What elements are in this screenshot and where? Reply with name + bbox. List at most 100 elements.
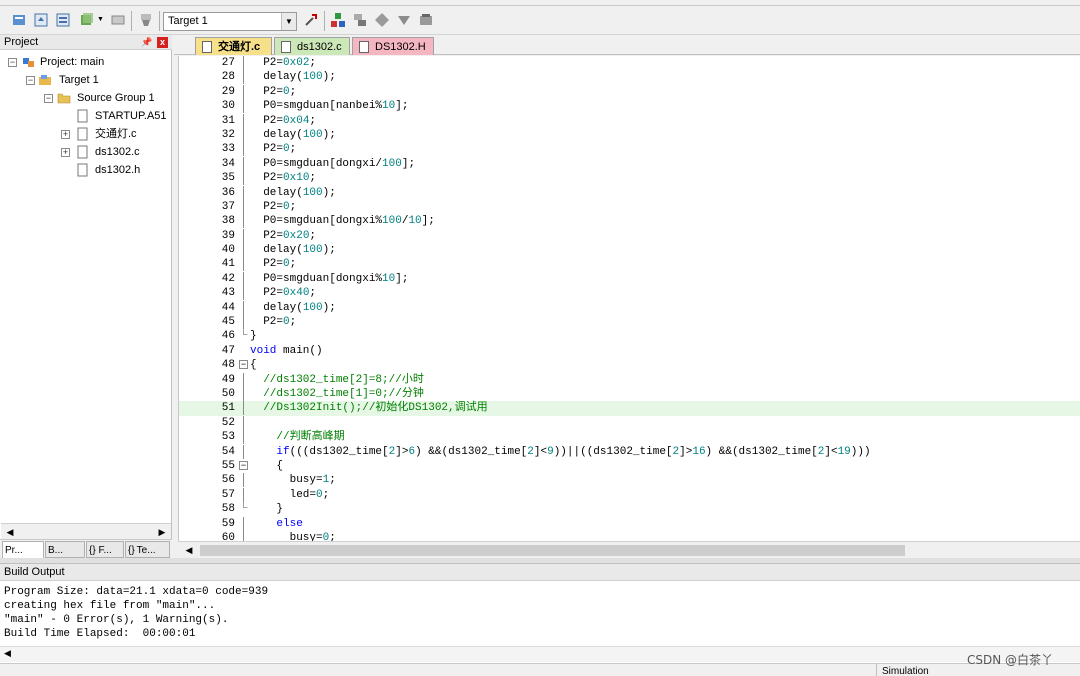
code-line[interactable]: 54 if(((ds1302_time[2]>6) &&(ds1302_time…: [179, 444, 1080, 459]
rebuild-icon[interactable]: [55, 12, 71, 28]
line-number: 56: [221, 474, 235, 487]
manage-components-icon[interactable]: [330, 12, 346, 28]
code-line[interactable]: 51 //Ds1302Init();//初始化DS1302,调试用: [179, 401, 1080, 416]
code-text: {: [250, 459, 284, 472]
collapse-icon[interactable]: −: [8, 58, 17, 67]
tree-item-file[interactable]: + ds1302.c: [0, 143, 170, 161]
code-line[interactable]: 43 P2=0x40;: [179, 286, 1080, 301]
fold-end-marker: └: [239, 502, 248, 515]
env-icon[interactable]: [396, 12, 412, 28]
line-number: 42: [221, 272, 235, 285]
tab-file-ds1302c[interactable]: ds1302.c: [274, 37, 350, 55]
stop-build-icon[interactable]: [110, 12, 126, 28]
chevron-down-icon[interactable]: ▼: [97, 16, 104, 23]
build-hscrollbar[interactable]: ◀: [0, 646, 1080, 662]
select-packs-icon[interactable]: [374, 12, 390, 28]
code-line[interactable]: 42 P0=smgduan[dongxi%10];: [179, 271, 1080, 286]
file-icon: [77, 127, 88, 141]
code-line[interactable]: 27 P2=0x02;: [179, 56, 1080, 70]
code-line[interactable]: 34 P0=smgduan[dongxi/100];: [179, 156, 1080, 171]
code-line[interactable]: 36 delay(100);: [179, 185, 1080, 200]
code-line[interactable]: 35 P2=0x10;: [179, 171, 1080, 186]
code-line[interactable]: 45 P2=0;: [179, 315, 1080, 330]
line-number: 51: [221, 402, 235, 415]
close-icon[interactable]: x: [157, 37, 168, 48]
code-line[interactable]: 30 P0=smgduan[nanbei%10];: [179, 99, 1080, 114]
tab-books[interactable]: B...: [45, 541, 85, 558]
code-line[interactable]: 52: [179, 415, 1080, 430]
code-line[interactable]: 58 └ }: [179, 502, 1080, 516]
download-icon[interactable]: [138, 12, 154, 28]
code-line[interactable]: 48−{: [179, 358, 1080, 372]
editor-hscrollbar[interactable]: ◀: [178, 541, 1080, 558]
code-line[interactable]: 50 //ds1302_time[1]=0;//分钟: [179, 386, 1080, 401]
code-line[interactable]: 57 led=0;: [179, 487, 1080, 502]
fold-icon[interactable]: −: [239, 460, 248, 470]
code-line[interactable]: 59 else: [179, 516, 1080, 531]
expand-icon[interactable]: +: [61, 130, 70, 139]
code-line[interactable]: 41 P2=0;: [179, 257, 1080, 272]
tree-item-file[interactable]: STARTUP.A51: [0, 107, 170, 125]
project-panel-header: Project 📌 x: [0, 35, 172, 50]
code-line[interactable]: 39 P2=0x20;: [179, 228, 1080, 243]
pin-icon[interactable]: 📌: [141, 37, 152, 48]
build-icon[interactable]: [33, 12, 49, 28]
batch-build-icon[interactable]: [79, 12, 95, 28]
tree-item-project[interactable]: − Project: main: [0, 53, 170, 71]
code-editor[interactable]: 27 P2=0x02; 28 delay(100); 29 P2=0; 30 P0=s…: [178, 56, 1080, 541]
tab-label: {} Te...: [128, 545, 156, 556]
code-line[interactable]: 38 P0=smgduan[dongxi%100/10];: [179, 214, 1080, 229]
pack-installer-icon[interactable]: [352, 12, 368, 28]
target-select[interactable]: Target 1 ▼: [163, 12, 297, 31]
scroll-right-icon[interactable]: ▶: [155, 525, 169, 539]
code-line[interactable]: 40 delay(100);: [179, 243, 1080, 258]
toolbar-separator: [324, 11, 325, 31]
scroll-left-icon[interactable]: ◀: [3, 525, 17, 539]
code-line[interactable]: 53 //判断高峰期: [179, 430, 1080, 445]
code-line[interactable]: 37 P2=0;: [179, 199, 1080, 214]
code-text: delay(100);: [250, 186, 336, 199]
code-line[interactable]: 28 delay(100);: [179, 70, 1080, 85]
tree-item-target[interactable]: − Target 1: [0, 71, 170, 89]
code-line[interactable]: 47 void main(): [179, 344, 1080, 358]
code-line[interactable]: 56 busy=1;: [179, 473, 1080, 488]
code-line[interactable]: 46 └}: [179, 329, 1080, 343]
options-icon[interactable]: [303, 12, 319, 28]
expand-icon[interactable]: +: [61, 148, 70, 157]
line-number: 44: [221, 301, 235, 314]
code-line[interactable]: 49 //ds1302_time[2]=8;//小时: [179, 372, 1080, 387]
tab-file-ds1302h[interactable]: DS1302.H: [352, 37, 434, 55]
translate-icon[interactable]: [11, 12, 27, 28]
scroll-left-icon[interactable]: ◀: [4, 648, 11, 659]
build-output-line: Program Size: data=21.1 xdata=0 code=939: [4, 586, 269, 598]
tab-label: Pr...: [5, 545, 23, 556]
code-text: P2=0x04;: [250, 114, 317, 127]
code-line[interactable]: 31 P2=0x04;: [179, 113, 1080, 128]
chevron-down-icon[interactable]: ▼: [281, 13, 296, 30]
tab-functions[interactable]: {} F...: [86, 541, 124, 558]
collapse-icon[interactable]: −: [44, 94, 53, 103]
code-text: delay(100);: [250, 301, 336, 314]
tab-project[interactable]: Pr...: [2, 541, 44, 558]
folder-icon: [57, 93, 71, 104]
scroll-left-icon[interactable]: ◀: [182, 543, 196, 557]
code-line[interactable]: 29 P2=0;: [179, 84, 1080, 99]
code-line[interactable]: 33 P2=0;: [179, 142, 1080, 157]
file-icon: [77, 109, 88, 123]
code-line[interactable]: 32 delay(100);: [179, 127, 1080, 142]
fold-icon[interactable]: −: [239, 360, 248, 370]
collapse-icon[interactable]: −: [26, 76, 35, 85]
tree-item-file[interactable]: ds1302.h: [0, 161, 170, 179]
code-line[interactable]: 55− {: [179, 459, 1080, 473]
tree-item-file[interactable]: + 交通灯.c: [0, 125, 170, 143]
project-hscrollbar[interactable]: ◀ ▶: [1, 523, 171, 539]
tree-item-source-group[interactable]: − Source Group 1: [0, 89, 170, 107]
file-icon: [77, 163, 88, 177]
code-line[interactable]: 60 busy=0;: [179, 530, 1080, 541]
books-icon[interactable]: [418, 12, 434, 28]
scroll-thumb[interactable]: [200, 545, 905, 556]
tab-file-main[interactable]: 交通灯.c: [195, 37, 272, 55]
code-line[interactable]: 44 delay(100);: [179, 300, 1080, 315]
tab-templates[interactable]: {} Te...: [125, 541, 170, 558]
line-number: 40: [221, 244, 235, 257]
